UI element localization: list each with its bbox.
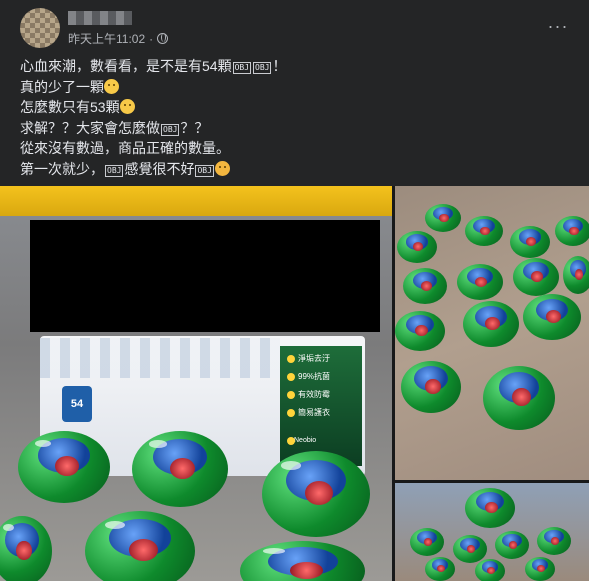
- laundry-pod: [403, 268, 447, 304]
- globe-icon[interactable]: [157, 33, 169, 44]
- missing-glyph-icon: OBJ: [195, 164, 214, 177]
- post-line: 第一次就少， OBJ 感覺很不好 OBJ: [20, 159, 560, 180]
- missing-glyph-icon: OBJ: [232, 62, 252, 74]
- post-header: 昨天上午11:02 · ···: [20, 8, 580, 52]
- laundry-pod: [132, 431, 228, 507]
- missing-glyph-icon: OBJ: [253, 62, 272, 74]
- laundry-pod: [483, 366, 555, 430]
- laundry-pod: [523, 294, 581, 340]
- post-line: 從來沒有數過，商品正確的數量。: [20, 140, 230, 156]
- post-line: 心血來潮，數看看，是不是有54顆 OBJ OBJ！: [20, 58, 287, 74]
- photo-bottom-right[interactable]: [395, 483, 589, 581]
- sad-face-icon: [104, 78, 119, 94]
- laundry-pod: [563, 256, 589, 294]
- missing-glyph-icon: OBJ: [105, 164, 124, 177]
- brand-label: Neobio: [284, 434, 358, 448]
- feature-label: 簡易護衣: [284, 406, 358, 420]
- laundry-pod: [513, 258, 559, 296]
- laundry-pod: [410, 528, 444, 556]
- laundry-pod: [262, 451, 370, 537]
- pixelated-logo: [40, 338, 280, 378]
- missing-glyph-icon: OBJ: [161, 123, 180, 136]
- laundry-pod: [495, 531, 529, 559]
- post-line: 求解？？大家會怎麼做 OBJ？？: [20, 119, 209, 136]
- box-lid: [0, 186, 392, 216]
- laundry-pod: [555, 216, 589, 246]
- avatar[interactable]: [20, 8, 60, 48]
- post-meta: 昨天上午11:02 ·: [68, 30, 169, 47]
- laundry-pod: [85, 511, 195, 581]
- laundry-pod: [463, 301, 519, 347]
- laundry-pod: [18, 431, 110, 503]
- laundry-pod: [425, 204, 461, 232]
- laundry-pod: [510, 226, 550, 258]
- laundry-pod: [240, 541, 365, 581]
- laundry-pod: [475, 559, 505, 581]
- laundry-pod: [465, 216, 503, 246]
- laundry-pod: [397, 231, 437, 263]
- more-options-icon[interactable]: ···: [546, 14, 570, 38]
- feature-label: 99%抗菌: [284, 370, 358, 384]
- post-line: 真的少了一顆: [20, 77, 560, 98]
- timestamp-link[interactable]: 昨天上午11:02: [68, 30, 145, 47]
- laundry-pod: [537, 527, 571, 555]
- photo-top-right[interactable]: [395, 186, 589, 480]
- feature-label: 淨垢去汙: [284, 352, 358, 366]
- scared-face-icon: [214, 160, 230, 176]
- photo-grid: 54 淨垢去汙 99%抗菌 有效防霉 簡易護衣 Neobio: [0, 186, 589, 581]
- laundry-pod: [465, 488, 515, 528]
- meta-separator: ·: [149, 31, 154, 46]
- photo-main[interactable]: 54 淨垢去汙 99%抗菌 有效防霉 簡易護衣 Neobio: [0, 186, 392, 581]
- laundry-pod: [453, 535, 487, 563]
- feature-label: 有效防霉: [284, 388, 358, 402]
- laundry-pod: [457, 264, 503, 300]
- facebook-post: 昨天上午11:02 · ··· 心血來潮，數看看，是不是有54顆 OBJ OBJ！ …: [0, 0, 589, 581]
- redaction-bar: [30, 220, 380, 332]
- laundry-pod: [0, 516, 52, 581]
- sad-face-icon: [119, 99, 135, 114]
- author-name-blurred[interactable]: [68, 11, 132, 25]
- laundry-pod: [425, 557, 455, 581]
- post-line: 怎麼數只有53顆: [20, 97, 560, 118]
- post-text: 心血來潮，數看看，是不是有54顆 OBJ OBJ！ 真的少了一顆 怎麼數只有53顆 …: [20, 56, 560, 179]
- laundry-pod: [401, 361, 461, 413]
- laundry-pod: [525, 557, 555, 581]
- laundry-pod: [395, 311, 445, 351]
- box-count-badge: 54: [62, 386, 92, 422]
